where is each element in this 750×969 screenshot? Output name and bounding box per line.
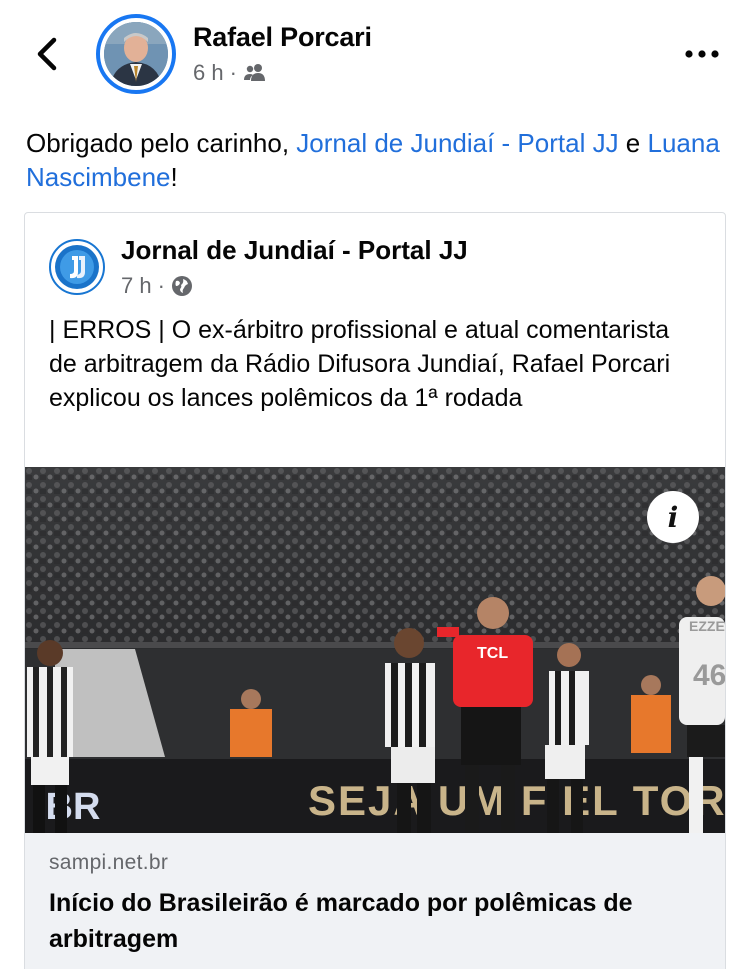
shared-post-header: Jornal de Jundiaí - Portal JJ 7 h · [25,213,725,305]
jj-logo-icon [55,245,99,289]
post-text-after: ! [170,162,178,192]
post-text-before: Obrigado pelo carinho, [26,128,297,158]
shared-post-time[interactable]: 7 h [121,273,152,299]
article-photo[interactable]: SEJA UM FIEL TORCEDOR .BR TCL [25,467,725,833]
info-icon[interactable]: i [647,491,699,543]
link-headline[interactable]: Início do Brasileirão é marcado por polê… [49,885,701,957]
more-options-icon[interactable] [684,44,720,64]
shared-post-card[interactable]: Jornal de Jundiaí - Portal JJ 7 h · | ER… [24,212,726,969]
post-header: Rafael Porcari 6 h · [0,0,750,110]
link-preview[interactable]: sampi.net.br Início do Brasileirão é mar… [25,833,725,969]
mention-jornal-link[interactable]: Jornal de Jundiaí - Portal JJ [296,128,618,158]
post-meta: 6 h · [193,60,267,86]
stadium-match-photo: SEJA UM FIEL TORCEDOR .BR TCL [25,467,725,833]
post-text: Obrigado pelo carinho, Jornal de Jundiaí… [26,126,726,194]
author-portrait [104,22,168,86]
post-text-middle: e [618,128,648,158]
meta-separator: · [157,273,165,298]
author-name[interactable]: Rafael Porcari [193,22,372,53]
author-avatar[interactable] [96,14,176,94]
referee-shirt-text: TCL [477,645,508,662]
player-number-right: 46 [693,659,725,692]
shared-page-name[interactable]: Jornal de Jundiaí - Portal JJ [121,235,468,266]
board-banner-text: SEJA UM FIEL TORCEDOR [308,777,725,824]
player-name-right: EZZE [689,618,725,634]
meta-separator: · [229,60,237,85]
shared-post-text: | ERROS | O ex-árbitro profissional e at… [49,316,671,412]
link-domain: sampi.net.br [49,851,169,874]
back-chevron-icon[interactable] [28,34,68,74]
shared-post-meta: 7 h · [121,273,193,299]
friends-icon [243,64,265,81]
globe-icon [171,276,192,296]
page-avatar[interactable] [49,239,105,295]
post-time[interactable]: 6 h [193,60,224,86]
